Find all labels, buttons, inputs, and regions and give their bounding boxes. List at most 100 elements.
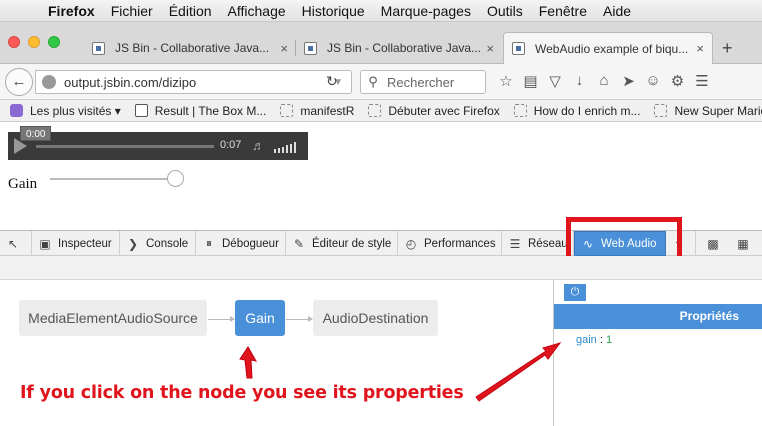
bookmark-how-enrich[interactable]: How do I enrich m... xyxy=(513,104,640,118)
menu-marque-pages[interactable]: Marque-pages xyxy=(373,3,479,19)
properties-sidebar: ⏻ Propriétés gain : 1 xyxy=(553,280,762,426)
search-input[interactable]: ⚲ Rechercher xyxy=(360,70,486,94)
tab-debogueur[interactable]: ⏸ Débogueur xyxy=(196,231,286,256)
nav-toolbar-icons: ☆ ▤ ▽ ↓ ⌂ ➤ ☺ ⚙ ☰ xyxy=(494,72,715,90)
tab-jsbin-2[interactable]: JS Bin - Collaborative Java... × xyxy=(296,32,502,64)
bookmark-manifestr[interactable]: manifestR xyxy=(280,104,354,118)
property-separator: : xyxy=(599,334,603,346)
bookmark-super-mario[interactable]: New Super Mario B... xyxy=(654,104,762,118)
tab-title: JS Bin - Collaborative Java... xyxy=(327,41,481,55)
terminal-icon: ▩ xyxy=(707,236,719,251)
page-content: 0:07 ♬ 0:00 Gain xyxy=(0,122,762,230)
properties-header: Propriétés xyxy=(554,304,762,329)
cursor-icon: ↖ xyxy=(7,236,19,251)
time-tooltip: 0:00 xyxy=(20,126,52,141)
node-audio-destination[interactable]: AudioDestination xyxy=(313,300,438,336)
panel-toolbar xyxy=(0,256,762,280)
gain-label: Gain xyxy=(8,176,38,192)
menu-historique[interactable]: Historique xyxy=(294,3,373,19)
nav-bar: ← output.jsbin.com/dizipo ▼ ↻ ⚲ Recherch… xyxy=(0,64,762,100)
node-gain[interactable]: Gain xyxy=(235,300,285,336)
menu-edition[interactable]: Édition xyxy=(161,3,220,19)
home-icon[interactable]: ⌂ xyxy=(592,72,616,90)
menu-aide[interactable]: Aide xyxy=(595,3,639,19)
page-icon xyxy=(654,104,668,117)
dock-icon: ▦ xyxy=(737,236,749,251)
download-icon[interactable]: ↓ xyxy=(568,72,592,90)
menu-affichage[interactable]: Affichage xyxy=(220,3,294,19)
console-icon: ❯ xyxy=(127,236,139,251)
hello-icon[interactable]: ☺ xyxy=(641,72,665,90)
pencil-icon: ✎ xyxy=(293,236,305,251)
jsbin-favicon-icon xyxy=(512,42,525,55)
tab-editeur-de-style[interactable]: ✎ Éditeur de style xyxy=(286,231,398,256)
tab-jsbin-1[interactable]: JS Bin - Collaborative Java... × xyxy=(84,32,296,64)
property-key: gain xyxy=(576,334,597,346)
bookmarks-toolbar: Les plus visités ▾ Result | The Box M...… xyxy=(0,100,762,122)
back-button[interactable]: ← xyxy=(5,68,33,96)
audio-player[interactable]: 0:07 ♬ xyxy=(8,132,308,160)
pick-element-button[interactable]: ↖ xyxy=(0,231,32,256)
property-row[interactable]: gain : 1 xyxy=(576,334,612,346)
volume-slider[interactable] xyxy=(274,141,298,153)
node-media-element-audio-source[interactable]: MediaElementAudioSource xyxy=(19,300,207,336)
volume-icon[interactable]: ♬ xyxy=(252,138,265,153)
gain-slider-knob[interactable] xyxy=(167,170,185,187)
page-icon xyxy=(513,104,527,117)
addon-icon[interactable]: ⚙ xyxy=(666,72,690,90)
seek-bar[interactable] xyxy=(36,145,214,148)
property-value[interactable]: 1 xyxy=(606,334,612,346)
graph-edge xyxy=(208,316,235,322)
url-bar[interactable]: output.jsbin.com/dizipo ▼ xyxy=(35,70,352,94)
power-icon[interactable]: ⏻ xyxy=(564,284,586,301)
reading-list-icon[interactable]: ▤ xyxy=(519,72,543,90)
tab-console[interactable]: ❯ Console xyxy=(120,231,196,256)
globe-icon xyxy=(42,75,56,89)
folder-icon xyxy=(10,104,23,117)
dock-button[interactable]: ▦ xyxy=(730,231,760,256)
pause-icon: ⏸ xyxy=(205,236,212,250)
close-icon[interactable]: × xyxy=(486,41,494,56)
annotation-text: If you click on the node you see its pro… xyxy=(20,383,464,403)
tab-inspecteur[interactable]: ▣ Inspecteur xyxy=(32,231,120,256)
tab-reseau[interactable]: ☰ Réseau xyxy=(502,231,574,256)
jsbin-favicon-icon xyxy=(304,41,317,55)
audio-graph: MediaElementAudioSource Gain AudioDestin… xyxy=(0,280,553,426)
inspector-icon: ▣ xyxy=(39,236,51,251)
window-zoom-button[interactable] xyxy=(48,36,60,48)
close-icon[interactable]: × xyxy=(696,41,704,56)
tab-performances[interactable]: ◴ Performances xyxy=(398,231,502,256)
window-minimize-button[interactable] xyxy=(28,36,40,48)
page-icon xyxy=(280,104,294,117)
menubar: Firefox Fichier Édition Affichage Histor… xyxy=(0,0,762,22)
bookmark-star-icon[interactable]: ☆ xyxy=(494,72,518,90)
pocket-icon[interactable]: ▽ xyxy=(543,72,567,90)
menu-fenetre[interactable]: Fenêtre xyxy=(531,3,595,19)
tab-title: WebAudio example of biqu... xyxy=(535,41,689,56)
gauge-icon: ◴ xyxy=(405,236,417,251)
page-icon xyxy=(368,104,382,117)
reload-icon[interactable]: ↻ xyxy=(326,73,338,90)
menu-fichier[interactable]: Fichier xyxy=(103,3,161,19)
jsbin-favicon-icon xyxy=(92,41,105,55)
tab-title: JS Bin - Collaborative Java... xyxy=(115,41,270,55)
menu-firefox[interactable]: Firefox xyxy=(40,3,103,19)
network-icon: ☰ xyxy=(509,236,521,251)
window-close-button[interactable] xyxy=(8,36,20,48)
tab-webaudio-example[interactable]: WebAudio example of biqu... × xyxy=(503,32,713,64)
bookmark-most-visited[interactable]: Les plus visités ▾ xyxy=(10,104,121,118)
menu-icon[interactable]: ☰ xyxy=(690,72,714,90)
gain-slider[interactable] xyxy=(50,170,185,187)
url-text[interactable]: output.jsbin.com/dizipo xyxy=(64,75,333,90)
codepen-icon xyxy=(134,104,148,117)
split-console-button[interactable]: ▩ xyxy=(700,231,730,256)
close-icon[interactable]: × xyxy=(280,41,288,56)
graph-edge xyxy=(286,316,313,322)
tab-strip: JS Bin - Collaborative Java... × JS Bin … xyxy=(0,22,762,64)
gain-slider-fill xyxy=(50,178,176,180)
menu-outils[interactable]: Outils xyxy=(479,3,531,19)
bookmark-result-box[interactable]: Result | The Box M... xyxy=(134,104,266,118)
new-tab-button[interactable]: + xyxy=(722,38,733,59)
send-icon[interactable]: ➤ xyxy=(617,72,641,90)
bookmark-debuter-firefox[interactable]: Débuter avec Firefox xyxy=(368,104,500,118)
